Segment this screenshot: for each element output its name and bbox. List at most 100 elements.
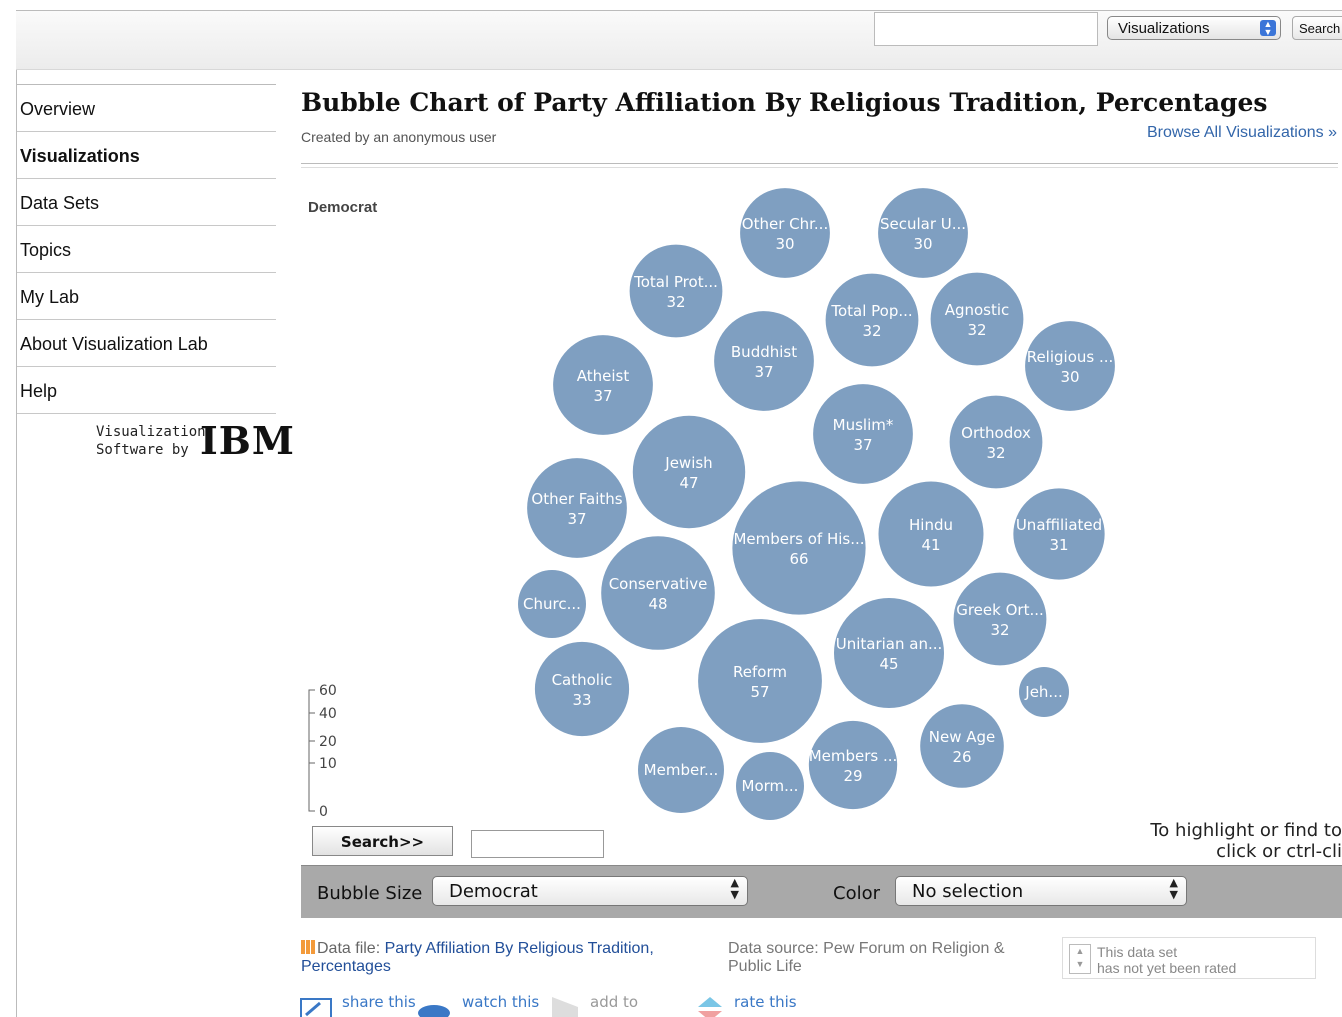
bubble-circle[interactable] (527, 458, 627, 558)
bubble-circle[interactable] (833, 597, 945, 709)
bubble[interactable]: Hindu 41 (878, 481, 984, 587)
bubble[interactable]: Total Prot... 32 (629, 244, 723, 338)
bubble-value: 37 (567, 510, 586, 528)
bubble-label: Religious ... (1027, 348, 1114, 366)
rate-arrows-icon[interactable]: ▲ ▼ (1069, 944, 1091, 974)
bubble-circle[interactable] (953, 572, 1047, 666)
share-icon (300, 998, 332, 1017)
bubble-circle[interactable] (740, 188, 830, 278)
bubble[interactable]: Atheist 37 (553, 335, 653, 435)
bubble-circle[interactable] (808, 720, 898, 810)
size-legend-tick-label: 0 (319, 804, 328, 820)
bubble-circle[interactable] (629, 244, 723, 338)
bubble-value: 32 (990, 621, 1009, 639)
size-legend-tick-label: 60 (319, 683, 337, 699)
bubble-circle[interactable] (949, 395, 1043, 489)
bubble-label: Hindu (909, 516, 953, 534)
bubble[interactable]: Secular U... 30 (878, 188, 968, 278)
chart-search-button[interactable]: Search>> (312, 826, 453, 856)
size-legend-axis (308, 689, 314, 812)
bubble[interactable]: Churc... (518, 570, 586, 638)
bubble[interactable]: Orthodox 32 (949, 395, 1043, 489)
bubble[interactable]: Members of His... 66 (732, 481, 866, 615)
bubble[interactable]: Conservative 48 (601, 536, 715, 650)
bubble-circle[interactable] (601, 536, 715, 650)
bubble-label: Members ... (809, 747, 898, 765)
bubble-circle[interactable] (632, 415, 746, 529)
bubble-value: 37 (593, 387, 612, 405)
bubble-value: 45 (879, 655, 898, 673)
watch-icon (418, 1005, 450, 1017)
bubble[interactable]: Jeh... (1019, 667, 1069, 717)
bubble-label: New Age (929, 728, 996, 746)
rating-text-line-1: This data set (1097, 944, 1178, 960)
bubble-circle[interactable] (1013, 488, 1105, 580)
bubble-value: 31 (1049, 536, 1068, 554)
bubble-value: 32 (967, 321, 986, 339)
bubble-circle[interactable] (1025, 321, 1115, 411)
bubble-label: Reform (733, 663, 787, 681)
data-source: Data source: Pew Forum on Religion & Pub… (728, 940, 1005, 975)
add-to-action[interactable]: add to (548, 993, 638, 1017)
bubble-label: Jeh... (1024, 683, 1062, 701)
bubble-label: Other Faiths (531, 490, 622, 508)
add-to-icon (552, 997, 578, 1017)
watch-action[interactable]: watch this (416, 993, 539, 1017)
bubble-value: 30 (775, 235, 794, 253)
bubble-circle[interactable] (878, 481, 984, 587)
bubble[interactable]: Buddhist 37 (714, 311, 814, 411)
size-legend-tick-label: 10 (319, 756, 337, 772)
bubble-circle[interactable] (878, 188, 968, 278)
bubble-circle[interactable] (714, 311, 814, 411)
bubble-label: Greek Ort... (956, 601, 1044, 619)
bubble[interactable]: Religious ... 30 (1025, 321, 1115, 411)
rating-box: ▲ ▼ This data set has not yet been rated (1062, 937, 1316, 979)
bubble-label: Jewish (664, 454, 712, 472)
bubble[interactable]: Other Faiths 37 (527, 458, 627, 558)
bubble-label: Unitarian an... (836, 635, 943, 653)
bubble-circle[interactable] (732, 481, 866, 615)
bubble-label: Total Pop... (830, 302, 912, 320)
bubble[interactable]: Reform 57 (698, 619, 822, 743)
bubble[interactable]: Agnostic 32 (930, 272, 1024, 366)
bubble[interactable]: Member... (638, 727, 724, 813)
bubble[interactable]: Members ... 29 (808, 720, 898, 810)
bubble-label: Members of His... (733, 530, 864, 548)
rating-text-line-2: has not yet been rated (1097, 960, 1237, 976)
bubble-circle[interactable] (813, 384, 913, 484)
bubble[interactable]: Total Pop... 32 (825, 273, 919, 367)
color-select[interactable]: No selection ▲ ▼ (895, 876, 1187, 906)
data-file-label: Data file: (317, 940, 381, 957)
bubble[interactable]: Muslim* 37 (813, 384, 913, 484)
hint-line-2: click or ctrl-cli (1216, 841, 1342, 862)
bubble[interactable]: New Age 26 (920, 704, 1004, 788)
rate-action[interactable]: rate this (696, 993, 797, 1017)
bubble-circle[interactable] (534, 641, 630, 737)
data-file-info: Data file: Party Affiliation By Religiou… (301, 940, 711, 976)
bubble-label: Total Prot... (633, 273, 718, 291)
bubble-circle[interactable] (825, 273, 919, 367)
bubble[interactable]: Unitarian an... 45 (833, 597, 945, 709)
hint-line-1: To highlight or find to (1150, 820, 1342, 841)
bubble-circle[interactable] (930, 272, 1024, 366)
bubble[interactable]: Morm... (736, 752, 804, 820)
bubble[interactable]: Greek Ort... 32 (953, 572, 1047, 666)
bubble[interactable]: Jewish 47 (632, 415, 746, 529)
bubble-label: Unaffiliated (1016, 516, 1102, 534)
bubble-label: Morm... (742, 777, 799, 795)
bubble[interactable]: Catholic 33 (534, 641, 630, 737)
bubble-value: 48 (648, 595, 667, 613)
bubble-value: 37 (853, 436, 872, 454)
bubble-circle[interactable] (553, 335, 653, 435)
bubble[interactable]: Unaffiliated 31 (1013, 488, 1105, 580)
bubble-label: Member... (644, 761, 719, 779)
bubble[interactable]: Other Chr... 30 (740, 188, 830, 278)
chart-search-input[interactable] (471, 830, 604, 858)
bubble-value: 33 (572, 691, 591, 709)
bubble-size-select[interactable]: Democrat ▲ ▼ (432, 876, 748, 906)
bubble-size-value: Democrat (449, 881, 538, 902)
bubble-circle[interactable] (920, 704, 1004, 788)
bubble-circle[interactable] (698, 619, 822, 743)
share-action[interactable]: share this (300, 993, 416, 1017)
bubble-label: Muslim* (833, 416, 894, 434)
